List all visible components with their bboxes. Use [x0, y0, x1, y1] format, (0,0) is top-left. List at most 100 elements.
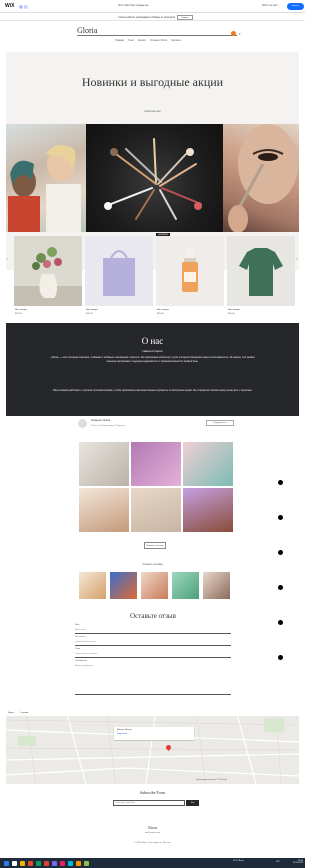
windows-start-icon[interactable]	[4, 860, 9, 866]
carousel-dot[interactable]	[278, 515, 283, 520]
product-card[interactable]: Имя товара $25.00	[14, 236, 82, 316]
grid-icon[interactable]: ▦ ▤	[19, 4, 28, 9]
product-image-bag[interactable]	[85, 236, 153, 306]
site-logo[interactable]: Gloria	[77, 26, 97, 35]
about-paragraph-1: «Gloria» — это стильная компания, создан…	[50, 357, 255, 363]
product-name[interactable]: Имя товара	[86, 309, 98, 311]
wix-logo[interactable]: WiX	[5, 3, 14, 9]
name-field-line	[75, 633, 231, 634]
product-card[interactable]: Имя товара $25.00	[85, 236, 153, 316]
email-input[interactable]: Enter your email here	[113, 800, 185, 806]
carousel-dot[interactable]	[278, 620, 283, 625]
product-name[interactable]: Имя товара	[228, 309, 240, 311]
carousel-dot[interactable]	[278, 550, 283, 555]
map-card-link[interactable]: Подробнее	[117, 733, 127, 735]
site-footer: Gloria info@mysite.com © 2024 Gloria. Са…	[0, 826, 305, 852]
email-field[interactable]: youremail@mail.com	[75, 641, 95, 643]
chrome-icon[interactable]	[28, 860, 33, 866]
message-field[interactable]: Ваше сообщение...	[75, 665, 95, 667]
product-card[interactable]: НОВИНКА Имя товара $25.00	[156, 233, 224, 316]
nav-item-contacts[interactable]: Контакты	[171, 40, 181, 45]
mascara-photo	[223, 124, 299, 232]
tagged-post[interactable]	[110, 572, 137, 599]
promo-strip: Статья рейтинг, распродажа и обзоры от э…	[0, 13, 305, 21]
product-image-serum[interactable]	[156, 236, 224, 306]
chevron-down-icon[interactable]: ▾	[239, 32, 241, 36]
subject-field[interactable]: Тема вашего отзыва	[75, 653, 97, 655]
map-tab-satellite[interactable]: Спутник	[20, 712, 28, 714]
name-field[interactable]: Ваше имя	[75, 629, 85, 631]
map-widget[interactable]: Карта Спутник Москва, Россия Подробнее К…	[6, 710, 299, 784]
app-icon[interactable]	[84, 860, 89, 866]
load-more-button[interactable]: Показать больше	[144, 542, 166, 549]
follow-button[interactable]: Подписаться	[206, 420, 234, 426]
wix-banner-text: Этот сайт был создан на...	[118, 4, 151, 7]
hero-title: Новинки и выгодные акции	[81, 75, 224, 89]
review-title: Оставьте отзыв	[130, 612, 176, 620]
instagram-post[interactable]	[79, 442, 129, 486]
follow-us-title: Следите за нами	[142, 563, 163, 566]
app-icon[interactable]	[36, 860, 41, 866]
subject-field-line	[75, 657, 231, 658]
cart-icon[interactable]	[231, 31, 236, 36]
hero-subtitle-link[interactable]: Смотреть все	[6, 110, 299, 113]
nav-item-home[interactable]: Главная	[115, 40, 124, 45]
about-title: О нас	[141, 336, 164, 346]
nav-item-about[interactable]: О нас	[128, 40, 134, 45]
app-icon[interactable]	[52, 860, 57, 866]
instagram-post[interactable]	[183, 488, 233, 532]
map-info-card[interactable]: Москва, Россия Подробнее	[114, 727, 194, 740]
instagram-post[interactable]	[183, 442, 233, 486]
tagged-post[interactable]	[79, 572, 106, 599]
subscribe-section: Subscribe Form Enter your email here Joi…	[0, 790, 305, 820]
chevron-right-icon[interactable]: ›	[296, 256, 297, 261]
app-icon[interactable]	[76, 860, 81, 866]
product-name[interactable]: Имя товара	[157, 309, 169, 311]
avatar[interactable]	[78, 419, 87, 428]
app-icon[interactable]	[68, 860, 73, 866]
search-icon[interactable]	[12, 860, 17, 866]
weather-widget[interactable]: 20°C Ясно	[233, 860, 244, 862]
clock-date: 12.05.2024	[292, 862, 303, 865]
file-explorer-icon[interactable]	[20, 860, 25, 866]
footer-copyright: © 2024 Gloria. Сайт создан на Wix.com	[134, 842, 171, 844]
product-image-vase[interactable]	[14, 236, 82, 306]
instagram-post[interactable]	[131, 442, 181, 486]
tagged-post[interactable]	[172, 572, 199, 599]
promo-button[interactable]: Узнать	[177, 14, 193, 20]
product-price: $25.00	[15, 313, 22, 315]
app-icon[interactable]	[60, 860, 65, 866]
tagged-post[interactable]	[141, 572, 168, 599]
message-label: Сообщение	[75, 660, 87, 662]
about-section: О нас Наша история «Gloria» — это стильн…	[6, 323, 299, 416]
instagram-name[interactable]: Instagram Gloria	[91, 419, 110, 422]
carousel-dot[interactable]	[278, 585, 283, 590]
product-price: $25.00	[228, 313, 235, 315]
app-icon[interactable]	[44, 860, 49, 866]
brushes-illustration	[104, 138, 202, 220]
signin-link[interactable]: Войти на сайт	[262, 4, 278, 7]
nav-item-reviews[interactable]: Отзывы и блоги	[150, 40, 167, 45]
nav-item-catalog[interactable]: Каталог	[138, 40, 146, 45]
map-tab-map[interactable]: Карта	[8, 712, 14, 714]
instagram-post[interactable]	[79, 488, 129, 532]
chevron-left-icon[interactable]: ‹	[7, 256, 8, 261]
carousel-dot[interactable]	[278, 655, 283, 660]
carousel-dot[interactable]	[278, 480, 283, 485]
map-credits: Картографические данные © 2024 Google	[196, 780, 228, 781]
email-label: Эл. почта*	[75, 636, 86, 638]
email-field-line	[75, 645, 231, 646]
product-name[interactable]: Имя товара	[15, 309, 27, 311]
language-indicator[interactable]: РУС	[276, 861, 280, 863]
product-card[interactable]: Имя товара $25.00	[227, 236, 295, 316]
clock[interactable]: 18:45 12.05.2024	[287, 860, 303, 865]
footer-email[interactable]: info@mysite.com	[0, 832, 305, 834]
about-subtitle: Наша история	[142, 349, 163, 353]
brushes-photo	[86, 124, 223, 232]
tagged-post[interactable]	[203, 572, 230, 599]
header-divider	[77, 35, 237, 36]
product-image-sweater[interactable]	[227, 236, 295, 306]
join-button[interactable]: Join	[186, 800, 199, 806]
instagram-post[interactable]	[131, 488, 181, 532]
start-button[interactable]: Начать	[287, 2, 304, 10]
